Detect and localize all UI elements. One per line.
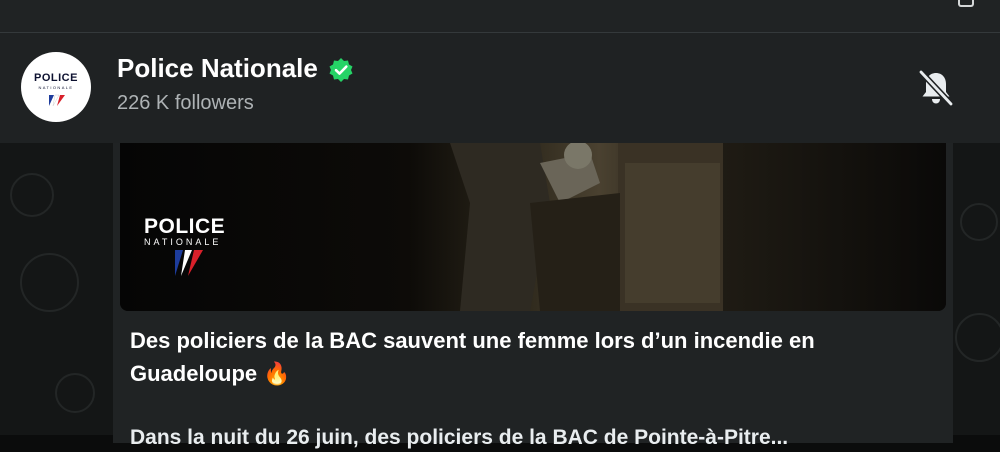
followers-count: 226 K followers <box>117 92 254 114</box>
tricolor-flag-icon <box>175 250 203 276</box>
verified-check-icon <box>329 58 353 82</box>
channel-name[interactable]: Police Nationale <box>117 53 318 84</box>
avatar-logo-text: POLICE <box>34 72 78 84</box>
top-bar <box>0 0 1000 33</box>
avatar[interactable]: POLICE NATIONALE <box>21 52 91 122</box>
tray-icon[interactable] <box>958 0 974 7</box>
avatar-logo-subtext: NATIONALE <box>38 85 74 90</box>
doodle-circle <box>10 173 54 217</box>
post-image[interactable]: POLICE NATIONALE <box>120 143 946 311</box>
doodle-circle <box>20 253 79 312</box>
channel-header[interactable]: POLICE NATIONALE Police Nationale 226 K … <box>0 33 1000 143</box>
media-logo-text: POLICE <box>144 215 226 238</box>
doodle-circle <box>55 373 95 413</box>
scene-image <box>120 143 946 311</box>
media-logo-subtext: NATIONALE <box>144 237 222 247</box>
doodle-circle <box>955 313 1000 362</box>
doodle-circle <box>960 203 998 241</box>
mute-notifications-button[interactable] <box>908 66 964 114</box>
tricolor-flag-icon <box>49 94 65 107</box>
post-body: Dans la nuit du 26 juin, des policiers d… <box>130 426 789 449</box>
bell-off-icon <box>918 69 954 107</box>
post-headline: Des policiers de la BAC sauvent une femm… <box>130 328 815 386</box>
